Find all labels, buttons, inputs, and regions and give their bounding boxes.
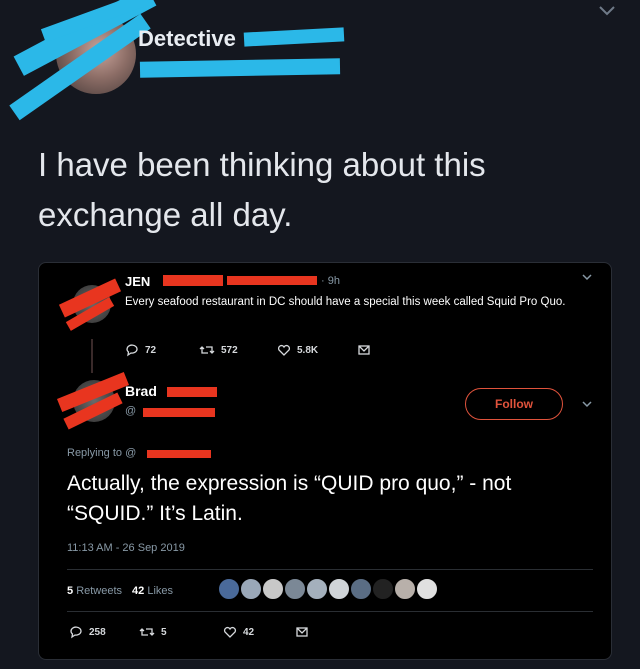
embedded-screenshot: JEN · 9h Every seafood restaurant in DC …: [38, 262, 612, 660]
tweet1-time-value: 9h: [327, 275, 340, 287]
redaction-mark: [227, 276, 317, 285]
tweet2-text: Actually, the expression is “QUID pro qu…: [67, 472, 512, 525]
retweet-icon: [139, 628, 155, 636]
liker-avatar[interactable]: [349, 577, 373, 601]
likes-stat[interactable]: 42 Likes: [132, 585, 173, 597]
redaction-mark: [243, 27, 345, 47]
like-action[interactable]: 5.8K: [277, 343, 318, 357]
liker-avatar[interactable]: [371, 577, 395, 601]
reply-count: 72: [145, 344, 157, 356]
mail-icon: [296, 627, 308, 637]
tweet2-name[interactable]: Brad: [125, 383, 157, 399]
reply-icon: [70, 626, 82, 639]
redaction-mark: [143, 408, 215, 417]
likes-stat-count: 42: [132, 585, 145, 597]
tweet2-handle: @: [125, 405, 137, 417]
retweet-icon: [199, 346, 215, 354]
dm-action[interactable]: [357, 343, 371, 357]
liker-avatar[interactable]: [217, 577, 241, 601]
like-count: 42: [243, 626, 255, 638]
retweet-count: 572: [221, 344, 238, 356]
tweet1-time: · 9h: [321, 275, 340, 287]
divider: [67, 569, 593, 570]
divider: [67, 611, 593, 612]
retweet-action[interactable]: 5: [139, 625, 167, 639]
chevron-down-icon[interactable]: [581, 271, 593, 286]
retweet-action[interactable]: 572: [199, 343, 238, 357]
liker-avatar[interactable]: [283, 577, 307, 601]
redaction-mark: [147, 450, 211, 458]
thread-line: [91, 339, 93, 373]
retweets-stat[interactable]: 5 Retweets: [67, 585, 122, 597]
redaction-mark: [167, 387, 217, 397]
retweets-stat-count: 5: [67, 585, 74, 597]
outer-tweet-header: Detective: [0, 0, 640, 121]
retweets-stat-label: Retweets: [76, 585, 123, 597]
follow-button[interactable]: Follow: [465, 388, 563, 420]
reply-action[interactable]: 258: [69, 625, 106, 639]
mail-icon: [358, 345, 370, 355]
post-text: I have been thinking about this exchange…: [38, 146, 486, 233]
chevron-down-icon[interactable]: [581, 398, 593, 413]
liker-avatar[interactable]: [415, 577, 439, 601]
dm-action[interactable]: [295, 625, 309, 639]
redaction-mark: [163, 275, 223, 286]
reply-action[interactable]: 72: [125, 343, 156, 357]
liker-avatar[interactable]: [261, 577, 285, 601]
tweet1-name[interactable]: JEN: [125, 274, 150, 289]
author-name[interactable]: Detective: [138, 26, 236, 52]
likes-stat-label: Likes: [147, 585, 174, 597]
tweet1-text: Every seafood restaurant in DC should ha…: [125, 296, 566, 308]
heart-icon: [223, 626, 237, 638]
liker-avatar[interactable]: [327, 577, 351, 601]
redaction-mark: [139, 58, 341, 78]
like-action[interactable]: 42: [223, 625, 254, 639]
liker-avatar[interactable]: [393, 577, 417, 601]
engagement-stats: 5 Retweets 42 Likes: [67, 585, 173, 597]
liker-avatar[interactable]: [239, 577, 263, 601]
reply-icon: [126, 344, 138, 357]
replying-to: Replying to @: [67, 447, 137, 459]
tweet2-timestamp[interactable]: 11:13 AM - 26 Sep 2019: [67, 542, 185, 554]
heart-icon: [277, 344, 291, 356]
reply-count: 258: [89, 626, 106, 638]
retweet-count: 5: [161, 626, 167, 638]
like-count: 5.8K: [297, 344, 319, 356]
chevron-down-icon[interactable]: [596, 0, 618, 28]
liker-avatar[interactable]: [305, 577, 329, 601]
